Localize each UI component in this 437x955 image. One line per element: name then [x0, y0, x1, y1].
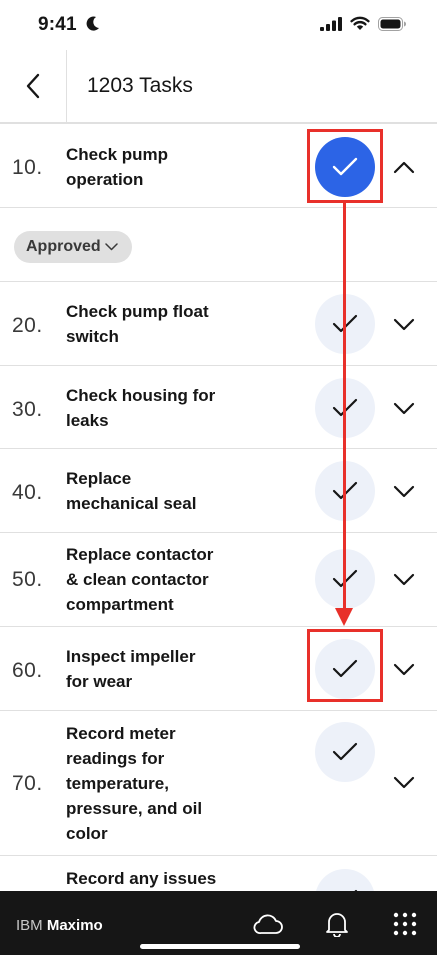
chevron-down-icon [393, 402, 415, 414]
task-row-50[interactable]: 50. Replace contactor & clean contactor … [0, 533, 437, 627]
task-number: 20. [12, 314, 43, 337]
task-description-line: operation [66, 170, 144, 189]
chevron-up-icon [393, 161, 415, 173]
collapse-task-button[interactable] [386, 149, 422, 185]
task-row-20[interactable]: 20. Check pump float switch [0, 282, 437, 366]
home-indicator[interactable] [140, 944, 300, 949]
task-row-30[interactable]: 30. Check housing for leaks [0, 366, 437, 449]
page-title: 1203 Tasks [87, 74, 193, 97]
task-description-line: Replace [66, 469, 132, 488]
task-description-line: Inspect impeller [66, 647, 196, 666]
chevron-down-icon [393, 663, 415, 675]
task-description-line: leaks [66, 411, 109, 430]
annotation-highlight-box [307, 129, 383, 203]
task-description-line: color [66, 824, 108, 843]
task-row-80[interactable]: Record any issues [0, 857, 437, 891]
grid-icon [393, 912, 417, 936]
bell-icon [326, 913, 348, 937]
task-description-line: Record meter [66, 724, 176, 743]
task-number: 60. [12, 659, 43, 682]
task-description-line: Check pump [66, 145, 169, 164]
task-description: Inspect impeller for wear [66, 644, 246, 694]
task-description-line: Check housing for [66, 386, 216, 405]
chevron-down-icon [393, 573, 415, 585]
header: 1203 Tasks [0, 50, 437, 124]
expand-task-button[interactable] [386, 390, 422, 426]
task-row-40[interactable]: 40. Replace mechanical seal [0, 449, 437, 533]
wifi-icon [350, 16, 370, 30]
annotation-arrow-head [335, 608, 353, 626]
expand-task-button[interactable] [386, 473, 422, 509]
task-description: Check pump float switch [66, 299, 246, 349]
task-description-line: switch [66, 327, 119, 346]
notifications-button[interactable] [322, 909, 352, 939]
status-label: Approved [26, 238, 101, 255]
task-number: 30. [12, 398, 43, 421]
brand-logo: IBM Maximo [16, 917, 103, 934]
complete-task-button[interactable] [315, 722, 375, 782]
header-divider [66, 50, 67, 122]
brand-product: Maximo [46, 917, 103, 934]
chevron-down-icon [393, 318, 415, 330]
task-description: Check housing for leaks [66, 383, 246, 433]
task-description-line: pressure, and oil [66, 799, 203, 818]
back-button[interactable] [0, 50, 66, 122]
expand-task-button[interactable] [386, 764, 422, 800]
brand-ibm: IBM [16, 917, 43, 934]
task-number: 40. [12, 481, 43, 504]
chevron-down-icon [393, 776, 415, 788]
task-description-line: for wear [66, 672, 133, 691]
task-number: 10. [12, 156, 43, 179]
task-description-line: & clean contactor [66, 570, 209, 589]
task-description: Record meter readings for temperature, p… [66, 721, 246, 846]
annotation-highlight-box [307, 629, 383, 702]
task-10-details: Approved [0, 208, 437, 282]
task-description-line: mechanical seal [66, 494, 197, 513]
expand-task-button[interactable] [386, 306, 422, 342]
task-number: 50. [12, 568, 43, 591]
cellular-signal-icon [320, 16, 342, 31]
annotation-arrow-line [343, 202, 346, 610]
expand-task-button[interactable] [386, 561, 422, 597]
task-description-line: readings for [66, 749, 165, 768]
task-description: Check pump operation [66, 142, 246, 192]
task-description: Replace contactor & clean contactor comp… [66, 542, 246, 617]
chevron-down-icon [104, 243, 118, 251]
task-description-line: temperature, [66, 774, 169, 793]
complete-task-button[interactable] [315, 869, 375, 891]
battery-icon [378, 16, 406, 31]
task-number: 70. [12, 772, 43, 795]
status-bar: 9:41 [0, 0, 437, 50]
status-tag[interactable]: Approved [14, 231, 132, 263]
expand-task-button[interactable] [386, 651, 422, 687]
cloud-icon [253, 914, 283, 934]
app-switcher-button[interactable] [390, 909, 420, 939]
task-description-line: compartment [66, 595, 174, 614]
task-description-line: Record any issues [66, 869, 217, 888]
sync-button[interactable] [253, 909, 283, 939]
status-time: 9:41 [38, 14, 77, 35]
checkmark-icon [332, 742, 358, 761]
chevron-down-icon [393, 485, 415, 497]
task-description-line: Replace contactor [66, 545, 214, 564]
task-description-line: Check pump float [66, 302, 209, 321]
task-description: Replace mechanical seal [66, 466, 246, 516]
chevron-left-icon [26, 73, 40, 99]
moon-icon [86, 16, 99, 31]
task-description: Record any issues [66, 866, 246, 891]
task-row-70[interactable]: 70. Record meter readings for temperatur… [0, 711, 437, 856]
